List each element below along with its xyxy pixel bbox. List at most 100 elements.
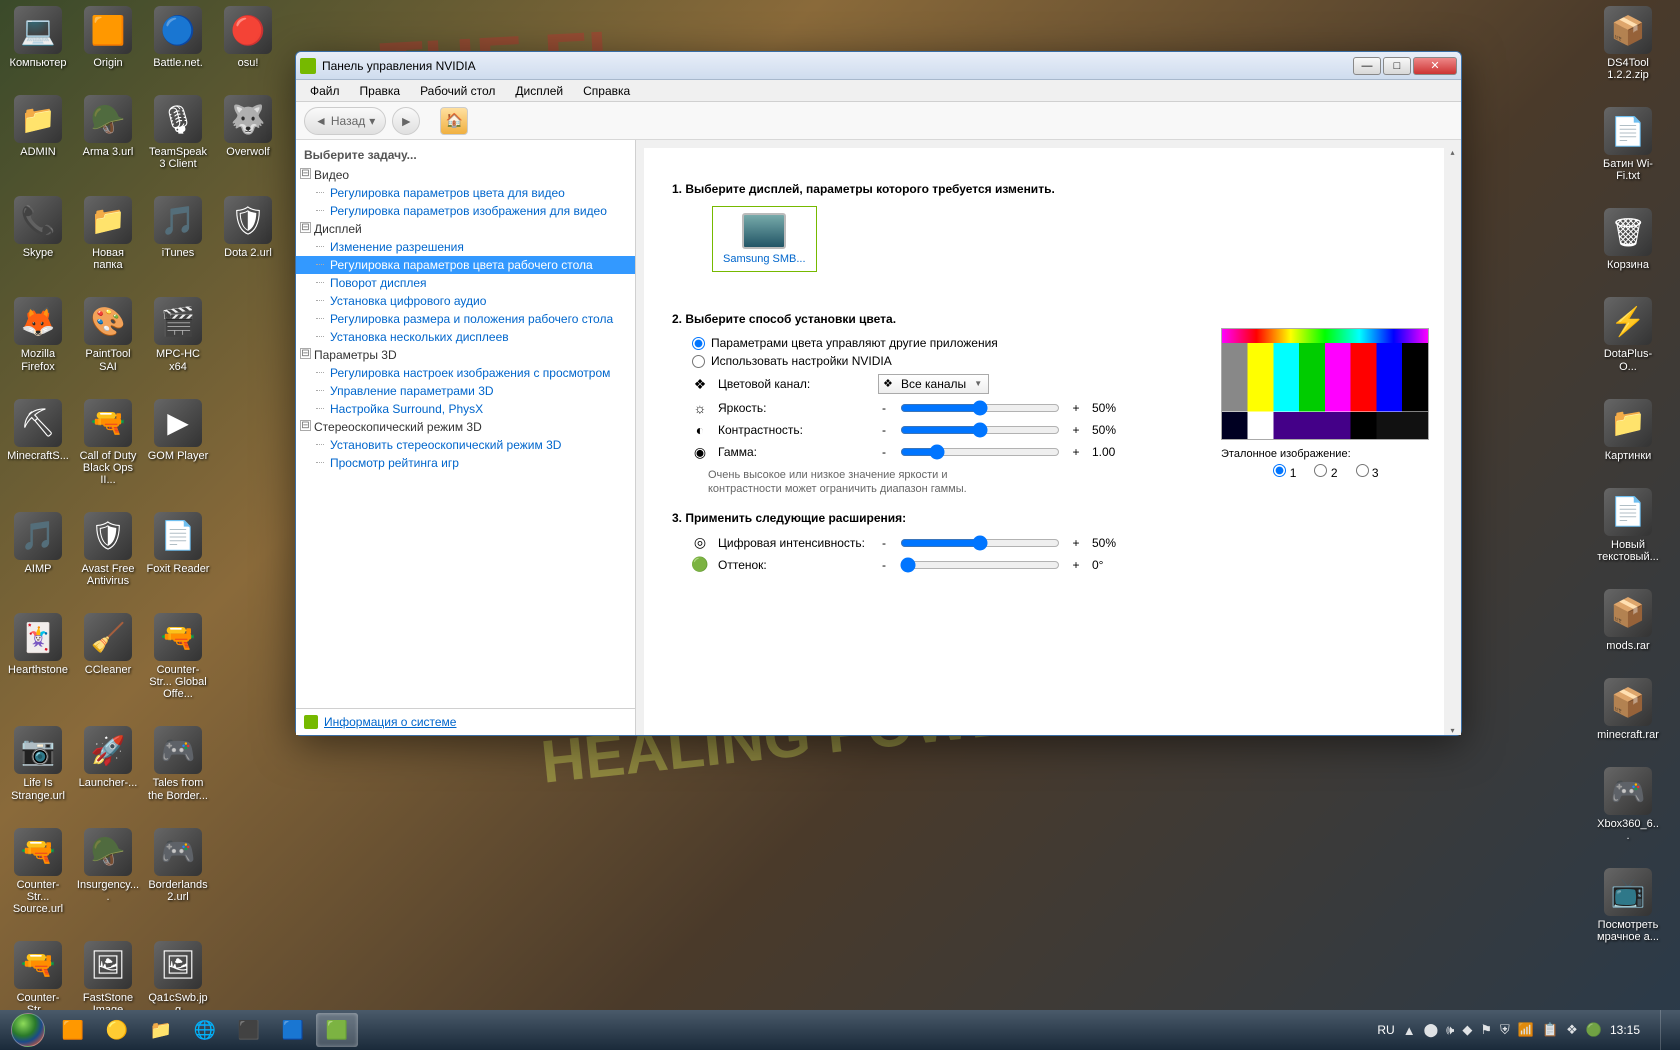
desktop-icon[interactable]: 🎮Xbox360_6... bbox=[1596, 767, 1660, 842]
menu-edit[interactable]: Правка bbox=[352, 82, 409, 100]
desktop-icon[interactable]: ⚡DotaPlus-O... bbox=[1596, 297, 1660, 372]
tray-icon[interactable]: 📋 bbox=[1542, 1022, 1558, 1038]
show-desktop-button[interactable] bbox=[1660, 1010, 1672, 1050]
desktop-icon[interactable]: 📁ADMIN bbox=[6, 95, 70, 170]
tray-icon[interactable]: ▲ bbox=[1403, 1023, 1416, 1038]
forward-button[interactable]: ► bbox=[392, 107, 420, 135]
tree-item[interactable]: Регулировка настроек изображения с просм… bbox=[296, 364, 635, 382]
tray-icon[interactable]: ⚑ bbox=[1480, 1022, 1492, 1038]
desktop-icon[interactable]: 📞Skype bbox=[6, 196, 70, 271]
taskbar-item[interactable]: 📁 bbox=[140, 1013, 182, 1047]
desktop-icon[interactable]: 🧹CCleaner bbox=[76, 613, 140, 700]
desktop-icon[interactable]: 📦DS4Tool 1.2.2.zip bbox=[1596, 6, 1660, 81]
back-button[interactable]: ◄ Назад ▾ bbox=[304, 107, 386, 135]
digital-vibrance-slider[interactable] bbox=[900, 535, 1060, 551]
tree-cat-stereo[interactable]: Стереоскопический режим 3D bbox=[296, 418, 635, 436]
desktop-icon[interactable]: 📄Батин Wi-Fi.txt bbox=[1596, 107, 1660, 182]
tree-item[interactable]: Регулировка параметров цвета для видео bbox=[296, 184, 635, 202]
taskbar-item[interactable]: ⬛ bbox=[228, 1013, 270, 1047]
desktop-icon[interactable]: ⛏MinecraftS... bbox=[6, 399, 70, 486]
desktop-icon[interactable]: 🗑Корзина bbox=[1596, 208, 1660, 271]
desktop-icon[interactable]: 💻Компьютер bbox=[6, 6, 70, 69]
tree-item-selected[interactable]: Регулировка параметров цвета рабочего ст… bbox=[296, 256, 635, 274]
tree-item[interactable]: Настройка Surround, PhysX bbox=[296, 400, 635, 418]
contrast-slider[interactable] bbox=[900, 422, 1060, 438]
menu-file[interactable]: Файл bbox=[302, 82, 348, 100]
desktop-icon[interactable]: 📦minecraft.rar bbox=[1596, 678, 1660, 741]
desktop-icon[interactable]: 📁Картинки bbox=[1596, 399, 1660, 462]
tree-item[interactable]: Просмотр рейтинга игр bbox=[296, 454, 635, 472]
preview-radio-2[interactable]: 2 bbox=[1314, 464, 1337, 480]
tree-item[interactable]: Поворот дисплея bbox=[296, 274, 635, 292]
taskbar-item-nvidia[interactable]: 🟩 bbox=[316, 1013, 358, 1047]
desktop-icon[interactable]: 🔫Counter-Str... Global Offe... bbox=[146, 613, 210, 700]
preview-radio-3[interactable]: 3 bbox=[1356, 464, 1379, 480]
clock[interactable]: 13:15 bbox=[1610, 1023, 1646, 1037]
desktop-icon[interactable]: 🛡Avast Free Antivirus bbox=[76, 512, 140, 587]
desktop-icon[interactable]: 🔴osu! bbox=[216, 6, 280, 69]
desktop-icon[interactable]: 📷Life Is Strange.url bbox=[6, 726, 70, 801]
desktop-icon[interactable]: 🎬MPC-HC x64 bbox=[146, 297, 210, 372]
menu-desktop[interactable]: Рабочий стол bbox=[412, 82, 503, 100]
tray-icon[interactable]: 📶 bbox=[1518, 1022, 1534, 1038]
tray-icon[interactable]: ◆ bbox=[1462, 1022, 1472, 1038]
desktop-icon[interactable]: 📁Новая папка bbox=[76, 196, 140, 271]
desktop-icon[interactable]: 🐺Overwolf bbox=[216, 95, 280, 170]
desktop-icon[interactable]: ▶GOM Player bbox=[146, 399, 210, 486]
start-button[interactable] bbox=[8, 1010, 48, 1050]
desktop-icon[interactable]: 🚀Launcher-... bbox=[76, 726, 140, 801]
hue-slider[interactable] bbox=[900, 557, 1060, 573]
desktop-icon[interactable]: 🎵AIMP bbox=[6, 512, 70, 587]
desktop-icon[interactable]: 🟧Origin bbox=[76, 6, 140, 69]
system-info-link[interactable]: Информация о системе bbox=[324, 715, 456, 729]
desktop-icon[interactable]: 📦mods.rar bbox=[1596, 589, 1660, 652]
desktop-icon[interactable]: 🛡Dota 2.url bbox=[216, 196, 280, 271]
tree-cat-display[interactable]: Дисплей bbox=[296, 220, 635, 238]
tray-icon[interactable]: ⬤ bbox=[1424, 1022, 1439, 1038]
tree-item[interactable]: Регулировка параметров изображения для в… bbox=[296, 202, 635, 220]
minimize-button[interactable]: — bbox=[1353, 57, 1381, 75]
desktop-icon[interactable]: 🃏Hearthstone bbox=[6, 613, 70, 700]
desktop-icon[interactable]: 🎮Tales from the Border... bbox=[146, 726, 210, 801]
tree-item[interactable]: Изменение разрешения bbox=[296, 238, 635, 256]
desktop-icon[interactable]: 🎨PaintTool SAI bbox=[76, 297, 140, 372]
desktop-icon[interactable]: 🔫Counter-Str... Source.url bbox=[6, 828, 70, 915]
menu-display[interactable]: Дисплей bbox=[507, 82, 571, 100]
maximize-button[interactable]: □ bbox=[1383, 57, 1411, 75]
home-button[interactable]: 🏠 bbox=[440, 107, 468, 135]
taskbar-item[interactable]: 🟡 bbox=[96, 1013, 138, 1047]
desktop-icon[interactable]: 📄Foxit Reader bbox=[146, 512, 210, 587]
desktop-icon[interactable]: 🎮Borderlands 2.url bbox=[146, 828, 210, 915]
menu-help[interactable]: Справка bbox=[575, 82, 638, 100]
tray-icon[interactable]: ❖ bbox=[1566, 1022, 1578, 1038]
tree-item[interactable]: Установить стереоскопический режим 3D bbox=[296, 436, 635, 454]
tree-item[interactable]: Управление параметрами 3D bbox=[296, 382, 635, 400]
channel-dropdown[interactable]: Все каналы bbox=[878, 374, 989, 394]
desktop-icon[interactable]: 🪖Arma 3.url bbox=[76, 95, 140, 170]
tree-item[interactable]: Установка нескольких дисплеев bbox=[296, 328, 635, 346]
radio-other-apps[interactable] bbox=[692, 337, 705, 350]
taskbar-item[interactable]: 🌐 bbox=[184, 1013, 226, 1047]
close-button[interactable]: ✕ bbox=[1413, 57, 1457, 75]
preview-radio-1[interactable]: 1 bbox=[1273, 464, 1296, 480]
desktop-icon[interactable]: 📄Новый текстовый... bbox=[1596, 488, 1660, 563]
tree-item[interactable]: Регулировка размера и положения рабочего… bbox=[296, 310, 635, 328]
tree-cat-video[interactable]: Видео bbox=[296, 166, 635, 184]
taskbar-item[interactable]: 🟦 bbox=[272, 1013, 314, 1047]
desktop-icon[interactable]: 🎵iTunes bbox=[146, 196, 210, 271]
desktop-icon[interactable]: 🦊Mozilla Firefox bbox=[6, 297, 70, 372]
desktop-icon[interactable]: 🪖Insurgency.... bbox=[76, 828, 140, 915]
taskbar-item[interactable]: 🟧 bbox=[52, 1013, 94, 1047]
titlebar[interactable]: Панель управления NVIDIA — □ ✕ bbox=[296, 52, 1461, 80]
language-indicator[interactable]: RU bbox=[1377, 1023, 1394, 1037]
content-scrollbar[interactable] bbox=[1444, 148, 1461, 735]
brightness-slider[interactable] bbox=[900, 400, 1060, 416]
tray-icon[interactable]: 🟢 bbox=[1586, 1022, 1602, 1038]
display-selector[interactable]: Samsung SMB... bbox=[712, 206, 817, 272]
desktop-icon[interactable]: 🔵Battle.net. bbox=[146, 6, 210, 69]
radio-nvidia[interactable] bbox=[692, 355, 705, 368]
desktop-icon[interactable]: 🎙TeamSpeak 3 Client bbox=[146, 95, 210, 170]
tree-cat-3d[interactable]: Параметры 3D bbox=[296, 346, 635, 364]
tray-icon[interactable]: ⛨ bbox=[1500, 1022, 1510, 1038]
gamma-slider[interactable] bbox=[900, 444, 1060, 460]
